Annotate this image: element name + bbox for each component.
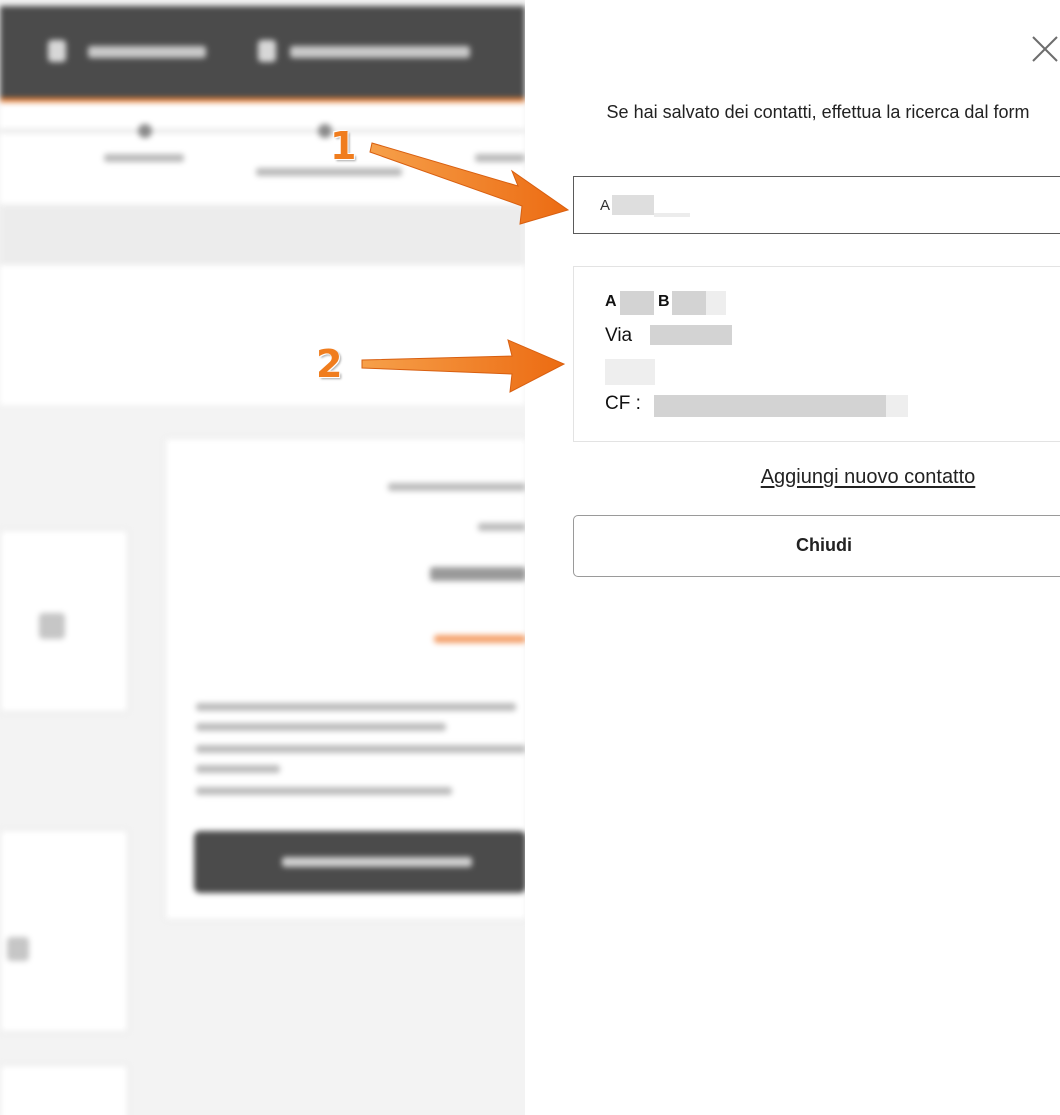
background-section [0,265,525,405]
background-band [0,205,525,265]
redacted-text [605,359,655,385]
phone-icon [48,40,66,62]
contact-search-input[interactable]: A [573,176,1060,234]
background-text [196,765,280,773]
redacted-text [654,213,690,217]
background-text [196,745,525,753]
background-content [0,0,525,1115]
background-text [196,723,446,731]
contacts-drawer: Se hai salvato dei contatti, effettua la… [525,0,1060,1115]
contact-surname-initial: B [658,293,670,310]
redacted-text [672,291,706,315]
contact-address-prefix: Via [605,325,633,346]
contact-cf-label: CF : [605,393,641,414]
step-label [475,154,525,162]
background-card [0,1065,128,1115]
step-label [104,154,184,162]
background-text [388,483,525,491]
search-input-value: A [600,197,611,214]
add-new-contact-link[interactable]: Aggiungi nuovo contatto [573,466,1060,489]
background-card [0,530,128,712]
background-user-text [290,46,470,58]
background-icon [39,613,65,639]
contact-result-card[interactable]: A B Via CF : [573,266,1060,442]
background-button-text [282,857,472,867]
background-steps [0,104,525,204]
redacted-text [620,291,654,315]
background-summary-panel [165,438,525,920]
background-text [478,523,525,531]
close-button[interactable]: Chiudi [573,515,1060,577]
user-icon [258,40,276,62]
redacted-text [886,395,908,417]
steps-line [0,130,525,132]
step-dot [138,124,152,138]
background-icon [7,937,29,961]
close-x-icon [1032,36,1058,62]
background-phone-text [88,46,206,58]
background-text [196,787,452,795]
background-total [430,567,525,581]
contact-name-initial: A [605,293,617,310]
close-icon[interactable] [1030,34,1060,64]
background-header [0,6,525,102]
close-button-label: Chiudi [796,535,852,555]
redacted-text [654,395,886,417]
background-card [0,830,128,1032]
search-hint-text: Se hai salvato dei contatti, effettua la… [606,102,1030,122]
annotation-number-2: 2 [316,342,343,386]
redacted-text [650,325,732,345]
annotation-number-1: 1 [330,124,357,168]
background-orange-text [434,635,525,643]
redacted-text [706,291,726,315]
background-text [196,703,516,711]
redacted-text [612,195,654,215]
step-label [256,168,402,176]
background-page-blurred [0,0,525,1115]
background-pay-button [194,831,525,893]
screen: Se hai salvato dei contatti, effettua la… [0,0,1060,1115]
